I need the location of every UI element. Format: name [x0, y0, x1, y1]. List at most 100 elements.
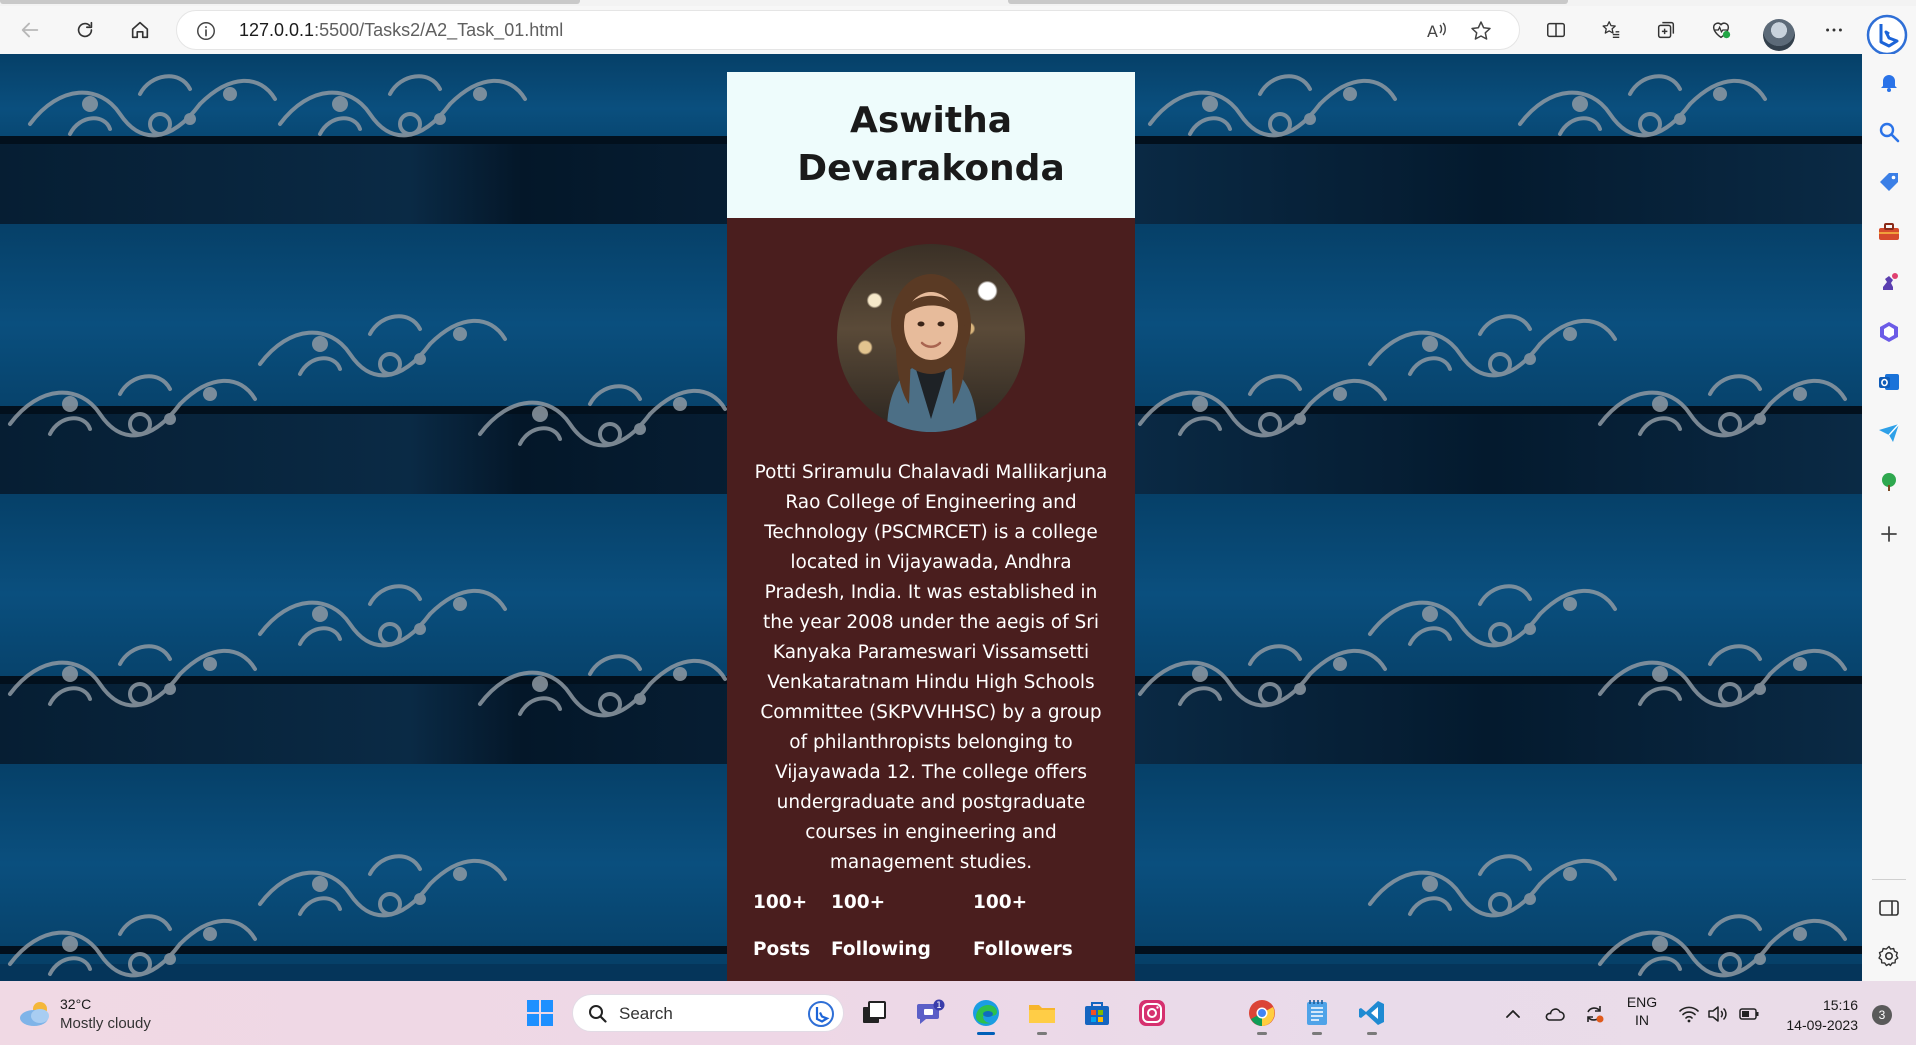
profile-avatar[interactable] [1763, 19, 1795, 51]
store-icon [1085, 1002, 1109, 1025]
windows-taskbar: 32°C Mostly cloudy Search 1 ENG IN 15:16… [0, 981, 1916, 1045]
chrome-button[interactable] [1242, 993, 1282, 1035]
weather-temperature: 32°C [60, 996, 92, 1012]
arrow-left-icon [21, 22, 39, 38]
svg-text:A: A [1427, 22, 1438, 41]
tree-button[interactable] [1875, 468, 1903, 496]
partly-cloudy-icon [20, 1002, 49, 1026]
settings-more-button[interactable] [1816, 12, 1852, 48]
sidebar-panel-icon [1879, 900, 1899, 916]
chrome-icon [1249, 1000, 1275, 1026]
collections-icon [1657, 21, 1675, 39]
running-indicator [1257, 1032, 1267, 1035]
favorites-list-icon [1602, 21, 1620, 39]
stat-label: Posts [753, 939, 811, 960]
url-text[interactable]: 127.0.0.1:5500/Tasks2/A2_Task_01.html [239, 20, 563, 41]
info-icon[interactable] [195, 20, 217, 42]
sidebar-divider [1872, 879, 1906, 880]
refresh-icon [77, 21, 93, 38]
language-line1: ENG [1626, 994, 1658, 1010]
profile-photo [837, 244, 1025, 432]
favorite-star-icon[interactable] [1469, 19, 1493, 43]
hide-sidebar-button[interactable] [1875, 894, 1903, 922]
split-screen-button[interactable] [1538, 12, 1574, 48]
games-button[interactable] [1875, 268, 1903, 296]
running-indicator [1312, 1032, 1322, 1035]
microsoft-365-button[interactable] [1875, 318, 1903, 346]
task-view-icon [863, 1001, 886, 1023]
portrait-image [887, 274, 977, 432]
home-icon [131, 21, 149, 39]
browser-toolbar: 127.0.0.1:5500/Tasks2/A2_Task_01.html A [0, 6, 1916, 56]
running-indicator [1037, 1032, 1047, 1035]
url-host: 127.0.0.1 [239, 20, 315, 40]
search-sidebar-button[interactable] [1875, 118, 1903, 146]
browser-essentials-button[interactable] [1703, 12, 1739, 48]
teams-chat-button[interactable]: 1 [910, 993, 950, 1033]
shopping-button[interactable] [1875, 168, 1903, 196]
start-button[interactable] [520, 993, 560, 1033]
stat-label: Followers [973, 939, 1073, 960]
stat-value: 100+ [973, 892, 1028, 913]
sidebar-settings-button[interactable] [1875, 942, 1903, 970]
back-button[interactable] [12, 12, 48, 48]
favorites-button[interactable] [1593, 12, 1629, 48]
tab-indicator [1008, 0, 1568, 4]
collections-button[interactable] [1648, 12, 1684, 48]
notifications-button[interactable] [1875, 68, 1903, 96]
edge-taskbar-button[interactable] [966, 993, 1006, 1035]
language-line2: IN [1635, 1012, 1649, 1028]
stat-value: 100+ [753, 892, 808, 913]
more-horizontal-icon [1826, 28, 1842, 32]
active-indicator [977, 1032, 995, 1035]
store-button[interactable] [1077, 993, 1117, 1033]
profile-stats: 100+ Posts 100+ Following 100+ Followers [753, 892, 1113, 981]
toolbox-icon [1879, 223, 1899, 240]
bing-icon [808, 1001, 834, 1027]
vscode-button[interactable] [1352, 993, 1392, 1035]
notepad-button[interactable] [1297, 993, 1337, 1035]
url-path: :5500/Tasks2/A2_Task_01.html [314, 20, 564, 40]
instagram-icon [1139, 1000, 1165, 1026]
home-button[interactable] [122, 12, 158, 48]
folder-icon [1029, 1005, 1055, 1023]
edge-browser-icon [973, 1000, 999, 1026]
tools-button[interactable] [1875, 218, 1903, 246]
split-screen-icon [1547, 22, 1565, 38]
language-indicator[interactable]: ENG IN [1626, 993, 1658, 1029]
sync-icon[interactable] [1583, 1003, 1605, 1025]
office-icon [1880, 322, 1898, 342]
running-indicator [1367, 1032, 1377, 1035]
stat-value: 100+ [831, 892, 886, 913]
file-explorer-button[interactable] [1022, 993, 1062, 1035]
tab-indicator [0, 0, 580, 4]
windows-logo-icon [527, 1000, 553, 1026]
edge-sidebar [1862, 54, 1916, 981]
outlook-button[interactable] [1875, 368, 1903, 396]
refresh-button[interactable] [67, 12, 103, 48]
outlook-icon [1879, 374, 1899, 390]
system-clock[interactable]: 15:16 14-09-2023 [1778, 995, 1858, 1035]
chevron-up-icon[interactable] [1502, 1003, 1524, 1025]
profile-bio: Potti Sriramulu Chalavadi Mallikarjuna R… [754, 462, 1108, 873]
add-sidebar-app-button[interactable] [1875, 520, 1903, 548]
teams-badge: 1 [936, 1001, 942, 1011]
page-viewport: Aswitha Devarakonda Potti Sriramulu Chal… [0, 54, 1862, 981]
instagram-button[interactable] [1132, 993, 1172, 1033]
notification-count-badge[interactable]: 3 [1872, 1005, 1892, 1025]
address-bar[interactable]: 127.0.0.1:5500/Tasks2/A2_Task_01.html A [176, 10, 1520, 50]
bell-icon [1881, 75, 1897, 92]
wifi-icon[interactable] [1678, 1003, 1700, 1025]
bing-copilot-icon[interactable] [1866, 14, 1908, 56]
onedrive-cloud-icon[interactable] [1543, 1003, 1565, 1025]
tag-icon [1880, 173, 1898, 191]
taskbar-search[interactable]: Search [572, 994, 844, 1032]
notepad-icon [1307, 1000, 1327, 1025]
battery-icon[interactable] [1738, 1003, 1760, 1025]
task-view-button[interactable] [854, 993, 894, 1033]
read-aloud-icon[interactable]: A [1425, 19, 1449, 43]
stat-label: Following [831, 939, 931, 960]
volume-icon[interactable] [1706, 1003, 1728, 1025]
drop-button[interactable] [1875, 418, 1903, 446]
teams-chat-icon: 1 [917, 999, 945, 1024]
